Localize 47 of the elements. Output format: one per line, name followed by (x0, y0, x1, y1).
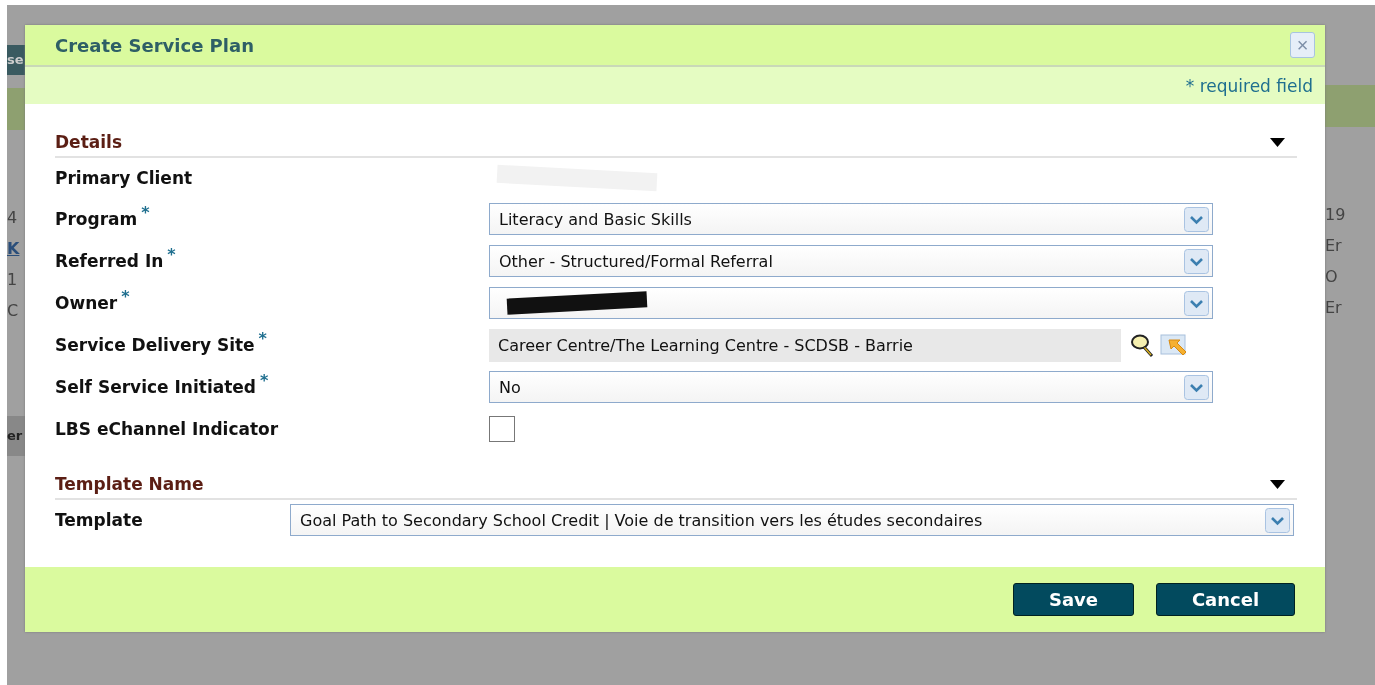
required-mark: * (121, 287, 130, 306)
select-field[interactable]: Goal Path to Secondary School Credit | Voie de transition vers les études secondaires (290, 504, 1294, 536)
field-label: Owner (55, 293, 118, 313)
field-label: Primary Client (55, 168, 193, 188)
section-title: Details (55, 132, 122, 152)
background-text: 19 (1325, 204, 1347, 226)
save-button[interactable]: Save (1013, 583, 1134, 616)
magnifier-icon[interactable] (1130, 332, 1154, 358)
dropdown-button[interactable] (1184, 248, 1209, 274)
collapse-triangle-icon[interactable] (1270, 137, 1285, 147)
dropdown-button[interactable] (1184, 290, 1209, 316)
background-text: Er (1325, 235, 1343, 257)
dropdown-button[interactable] (1184, 374, 1209, 400)
dropdown-button[interactable] (1265, 507, 1290, 533)
field-label: Service Delivery Site (55, 335, 255, 355)
field-label: Referred In (55, 251, 164, 271)
header-band (7, 88, 27, 130)
select-field[interactable] (489, 287, 1213, 319)
select-field[interactable]: Literacy and Basic Skills (489, 203, 1213, 235)
select-field[interactable]: Other - Structured/Formal Referral (489, 245, 1213, 277)
background-text: 4 (7, 207, 19, 229)
dialog-title: Create Service Plan (55, 34, 254, 56)
background-text: Er (1325, 297, 1343, 319)
dropdown-button[interactable] (1184, 206, 1209, 232)
section-header[interactable]: Details (55, 128, 1297, 158)
field-label: Program (55, 209, 138, 229)
table-header: er (7, 416, 27, 456)
required-note: * required field (1185, 75, 1313, 96)
checkbox[interactable] (489, 416, 515, 442)
collapse-triangle-icon[interactable] (1270, 479, 1285, 489)
header-band (1325, 85, 1375, 127)
background-text: O (1325, 266, 1339, 288)
cancel-button[interactable]: Cancel (1156, 583, 1295, 616)
background-text: C (7, 300, 20, 322)
required-mark: * (141, 203, 150, 222)
lookup-field: Career Centre/The Learning Centre - SCDSB - Barrie (489, 328, 1121, 362)
field-label: Self Service Initiated (55, 377, 256, 397)
section-title: Template Name (55, 474, 204, 494)
section-header[interactable]: Template Name (55, 470, 1297, 500)
field-label: LBS eChannel Indicator (55, 419, 279, 439)
background-text: 1 (7, 269, 19, 291)
header-bar: se (7, 45, 27, 75)
required-mark: * (258, 329, 267, 348)
required-mark: * (260, 371, 269, 390)
select-field[interactable]: No (489, 371, 1213, 403)
required-mark: * (167, 245, 176, 264)
field-label: Template (55, 510, 143, 530)
